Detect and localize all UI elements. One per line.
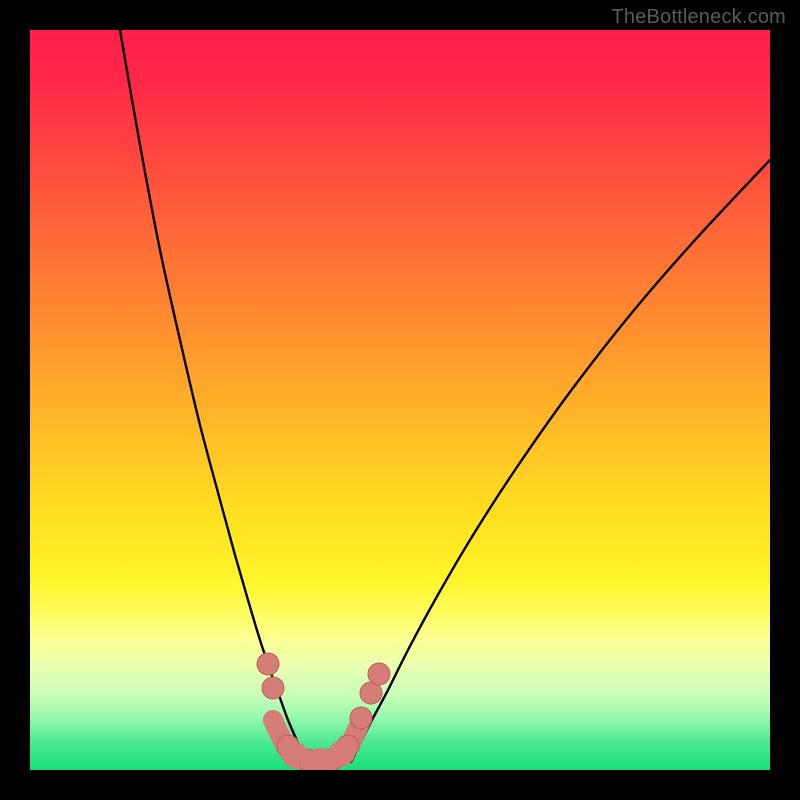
sweet-spot-dot (282, 742, 308, 768)
marker-dot (262, 677, 284, 699)
watermark-text: TheBottleneck.com (611, 6, 786, 29)
curves-layer (30, 30, 770, 770)
left-curve (120, 30, 308, 762)
right-curve (351, 160, 770, 762)
sweet-spot-group (282, 740, 355, 770)
marker-dot (350, 707, 372, 729)
chart-frame: TheBottleneck.com (0, 0, 800, 800)
marker-dot (257, 653, 279, 675)
sweet-spot-dot (329, 740, 355, 766)
marker-dot (368, 663, 390, 685)
plot-area (30, 30, 770, 770)
